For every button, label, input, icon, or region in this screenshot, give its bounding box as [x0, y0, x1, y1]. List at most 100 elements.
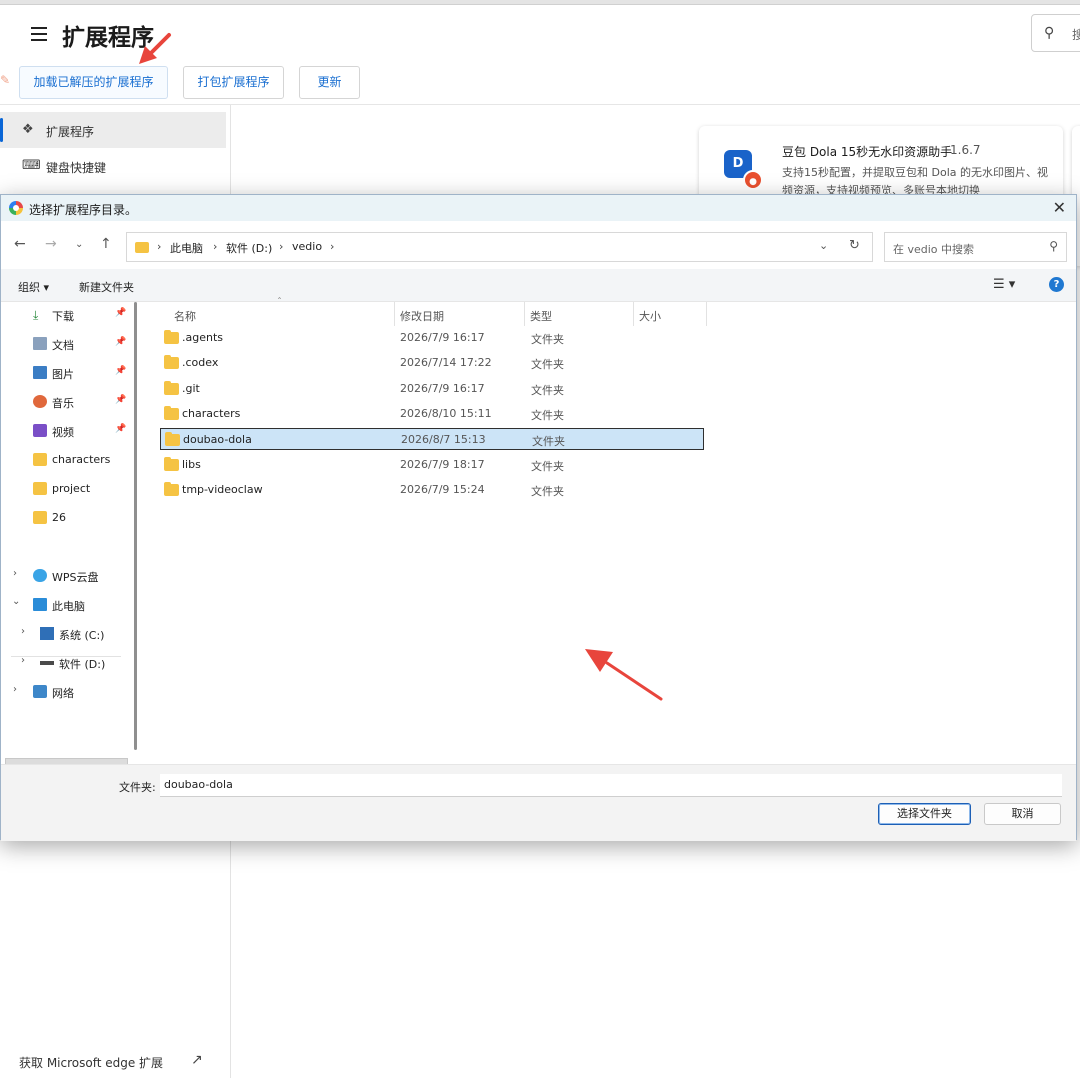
folder-icon	[164, 355, 179, 369]
breadcrumb-separator: ›	[157, 240, 162, 253]
help-icon[interactable]: ?	[1049, 277, 1064, 292]
select-folder-button[interactable]: 选择文件夹	[878, 803, 971, 825]
file-date: 2026/7/9 18:17	[400, 458, 485, 471]
tree-item-label: 音乐	[52, 397, 74, 410]
file-type: 文件夹	[531, 485, 564, 498]
column-divider[interactable]	[394, 302, 395, 326]
external-link-icon[interactable]: ↗	[191, 1052, 203, 1068]
dialog-footer: 文件夹: doubao-dola 选择文件夹 取消	[1, 764, 1076, 841]
tree-item-label: project	[52, 482, 91, 495]
forward-arrow-icon[interactable]: →	[45, 236, 57, 252]
folder-icon	[33, 511, 47, 524]
tree-item-label: characters	[52, 453, 111, 466]
column-divider[interactable]	[524, 302, 525, 326]
tree-item-label: 网络	[52, 687, 74, 700]
tree-item-label: 系统 (C:)	[59, 629, 105, 642]
file-row[interactable]: .codex 2026/7/14 17:22 文件夹	[160, 352, 704, 374]
close-icon[interactable]: ✕	[1053, 198, 1066, 217]
tree-item-label: 软件 (D:)	[59, 658, 106, 671]
file-date: 2026/7/9 15:24	[400, 483, 485, 496]
computer-icon	[33, 598, 47, 611]
video-icon	[33, 424, 47, 437]
network-icon	[33, 685, 47, 698]
refresh-icon[interactable]: ↻	[849, 238, 860, 253]
load-unpacked-button[interactable]: 加载已解压的扩展程序	[19, 66, 168, 99]
folder-icon	[164, 457, 179, 471]
file-date: 2026/8/7 15:13	[401, 433, 486, 446]
column-divider[interactable]	[633, 302, 634, 326]
breadcrumb-item[interactable]: 此电脑	[170, 240, 203, 256]
back-arrow-icon[interactable]: ←	[14, 236, 26, 252]
get-extensions-link[interactable]: 获取 Microsoft edge 扩展	[19, 1054, 163, 1071]
dialog-title: 选择扩展程序目录。	[29, 203, 138, 217]
address-dropdown-chevron-icon[interactable]: ⌄	[819, 239, 828, 252]
folder-field-label: 文件夹:	[119, 781, 156, 794]
tree-item-label: 此电脑	[52, 600, 85, 613]
keyboard-icon: ⌨	[22, 158, 41, 173]
file-name: .codex	[182, 356, 219, 369]
sidebar-item-keyboard-shortcuts[interactable]: ⌨ 键盘快捷键	[0, 148, 226, 184]
file-row-selected[interactable]: doubao-dola 2026/8/7 15:13 文件夹	[160, 428, 704, 450]
folder-name-input[interactable]: doubao-dola	[160, 774, 1062, 797]
drive-icon	[40, 661, 54, 665]
tree-item-label: 文档	[52, 339, 74, 352]
sidebar-item-extensions[interactable]: ❖ 扩展程序	[0, 112, 226, 148]
sidebar-item-label: 扩展程序	[46, 125, 95, 139]
file-row[interactable]: .git 2026/7/9 16:17 文件夹	[160, 378, 704, 400]
update-button[interactable]: 更新	[299, 66, 360, 99]
expand-chevron-icon[interactable]: ›	[13, 684, 17, 695]
breadcrumb-separator: ›	[279, 240, 284, 253]
tree-item-label: WPS云盘	[52, 571, 99, 584]
pin-icon: 📌	[115, 395, 127, 405]
new-folder-button[interactable]: 新建文件夹	[79, 279, 134, 295]
file-row[interactable]: characters 2026/8/10 15:11 文件夹	[160, 403, 704, 425]
folder-icon	[164, 330, 179, 344]
pin-icon: 📌	[115, 337, 127, 347]
pin-icon: 📌	[115, 308, 127, 318]
file-row[interactable]: .agents 2026/7/9 16:17 文件夹	[160, 327, 704, 349]
folder-icon	[135, 242, 149, 253]
breadcrumb-item[interactable]: vedio	[292, 240, 322, 253]
expand-chevron-icon[interactable]: ›	[13, 568, 17, 579]
column-divider[interactable]	[706, 302, 707, 326]
pack-extension-button[interactable]: 打包扩展程序	[183, 66, 284, 99]
organize-menu[interactable]: 组织 ▾	[18, 279, 49, 295]
file-date: 2026/7/9 16:17	[400, 382, 485, 395]
menu-icon[interactable]	[31, 27, 47, 43]
folder-icon	[164, 482, 179, 496]
tree-item-label: 视频	[52, 426, 74, 439]
search-placeholder: 在 vedio 中搜索	[893, 243, 975, 256]
expand-chevron-icon[interactable]: ›	[21, 655, 25, 666]
file-row[interactable]: libs 2026/7/9 18:17 文件夹	[160, 454, 704, 476]
music-icon	[33, 395, 47, 408]
annotation-arrow-row	[585, 649, 663, 701]
breadcrumb-item[interactable]: 软件 (D:)	[226, 240, 272, 256]
expand-chevron-icon[interactable]: ›	[21, 626, 25, 637]
cancel-button[interactable]: 取消	[984, 803, 1061, 825]
browser-logo-icon	[9, 201, 23, 215]
command-bar: 组织 ▾ 新建文件夹 ☰ ▾ ?	[1, 269, 1076, 302]
navigation-pane: ⤓ 下载 📌 文档 📌 图片 📌 音乐 📌 视频 📌 characters pr…	[1, 302, 139, 786]
sort-ascending-icon: ˆ	[277, 297, 282, 308]
header-divider	[0, 104, 1080, 105]
file-name: .git	[182, 382, 200, 395]
file-date: 2026/7/9 16:17	[400, 331, 485, 344]
folder-icon	[33, 453, 47, 466]
tree-scrollbar[interactable]	[134, 302, 137, 750]
file-type: 文件夹	[531, 384, 564, 397]
file-type: 文件夹	[531, 409, 564, 422]
dialog-nav-bar: ← → ⌄ ↑ › 此电脑 › 软件 (D:) › vedio › ⌄ ↻ 在 …	[1, 221, 1076, 269]
file-name: libs	[182, 458, 201, 471]
decorative-mark: ✎	[0, 73, 11, 87]
folder-search-input[interactable]: 在 vedio 中搜索 ⚲	[884, 232, 1067, 262]
search-extensions-input[interactable]: ⚲ 搜	[1031, 14, 1080, 52]
extension-version: 1.6.7	[950, 143, 981, 157]
file-row[interactable]: tmp-videoclaw 2026/7/9 15:24 文件夹	[160, 479, 704, 501]
up-arrow-icon[interactable]: ↑	[100, 236, 112, 252]
tree-item-label: 26	[52, 511, 66, 524]
address-bar[interactable]: › 此电脑 › 软件 (D:) › vedio › ⌄ ↻	[126, 232, 873, 262]
view-options-icon[interactable]: ☰ ▾	[993, 277, 1015, 292]
select-folder-dialog: 选择扩展程序目录。 ✕ ← → ⌄ ↑ › 此电脑 › 软件 (D:) › ve…	[0, 194, 1077, 841]
collapse-chevron-icon[interactable]: ⌄	[12, 596, 20, 607]
recent-locations-chevron-icon[interactable]: ⌄	[75, 239, 83, 250]
